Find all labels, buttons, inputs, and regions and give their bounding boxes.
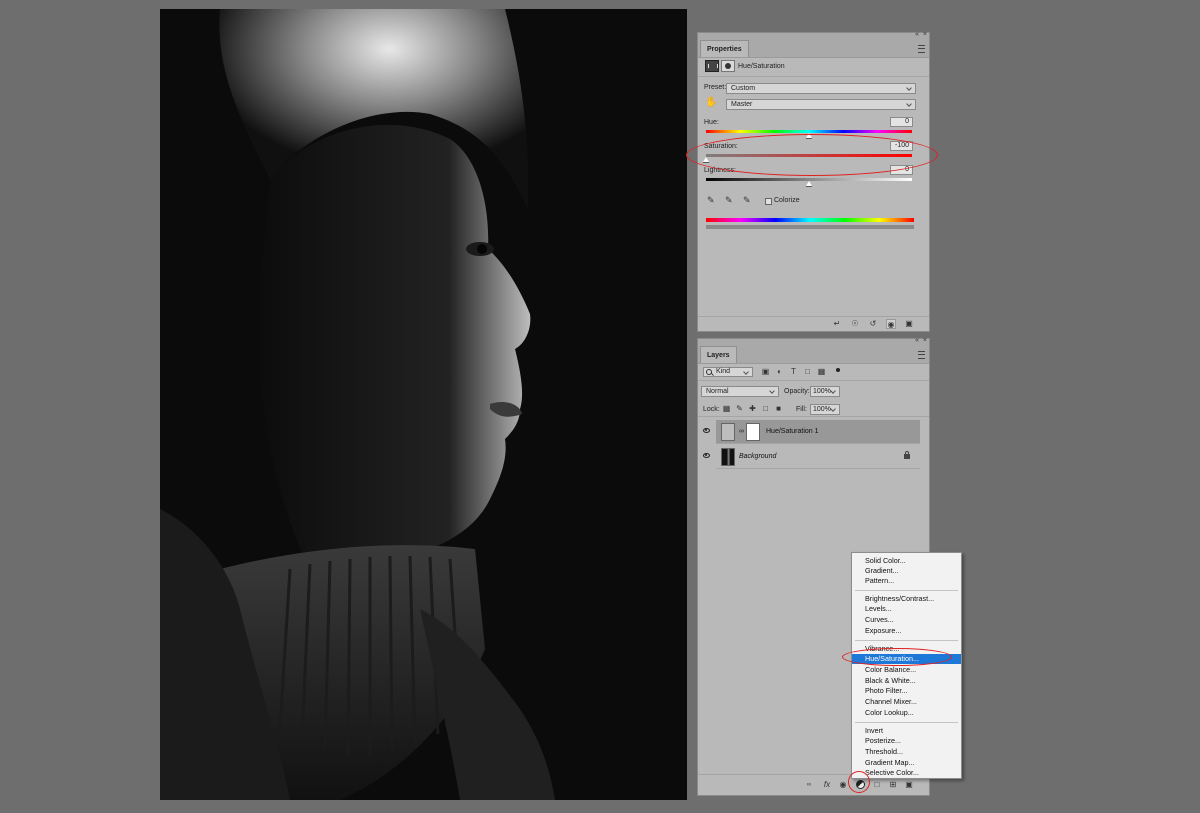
delete-icon[interactable]: ▣ [904, 319, 914, 329]
menu-item-levels[interactable]: Levels... [852, 604, 961, 614]
visibility-icon[interactable]: ◉ [886, 319, 896, 329]
layer-mask-icon[interactable] [721, 60, 735, 72]
collapse-icon[interactable]: « [915, 31, 919, 38]
view-previous-icon[interactable]: ☉ [850, 319, 860, 329]
new-layer-icon[interactable]: ⊞ [888, 780, 898, 790]
kind-filter-label: Kind [716, 368, 731, 375]
portrait-image [160, 9, 687, 800]
menu-item-posterize[interactable]: Posterize... [852, 736, 961, 746]
menu-separator [855, 722, 958, 723]
eyedropper-add-icon[interactable]: ✎ [725, 195, 735, 205]
menu-item-solid-color[interactable]: Solid Color... [852, 556, 961, 566]
menu-item-gradient-map[interactable]: Gradient Map... [852, 758, 961, 768]
properties-footer: ↵ ☉ ↺ ◉ ▣ [698, 316, 929, 331]
menu-item-invert[interactable]: Invert [852, 726, 961, 736]
panel-titlebar: « × [698, 31, 929, 40]
fx-icon[interactable]: fx [822, 780, 832, 790]
new-group-icon[interactable]: □ [872, 780, 882, 790]
menu-item-color-lookup[interactable]: Color Lookup... [852, 708, 961, 718]
layer-name: Background [739, 453, 777, 460]
layer-background[interactable]: Background [703, 445, 920, 469]
lock-image-icon[interactable]: ✎ [735, 404, 744, 413]
layer-hue-saturation[interactable]: ∞ Hue/Saturation 1 [703, 420, 920, 444]
pixel-filter-icon[interactable]: ▣ [761, 367, 770, 376]
menu-item-exposure[interactable]: Exposure... [852, 626, 961, 636]
menu-item-black-white[interactable]: Black & White... [852, 676, 961, 686]
opacity-field[interactable]: 100% [810, 386, 840, 397]
annotation-oval-menu-item [842, 648, 952, 666]
eye-icon[interactable] [703, 453, 710, 458]
lock-position-icon[interactable]: ✚ [748, 404, 757, 413]
link-layers-icon[interactable]: ∞ [804, 780, 814, 790]
eyedropper-icon[interactable]: ✎ [707, 195, 717, 205]
clip-to-layer-icon[interactable]: ↵ [832, 319, 842, 329]
lock-icon [904, 451, 910, 459]
eyedropper-subtract-icon[interactable]: ✎ [743, 195, 753, 205]
menu-item-pattern[interactable]: Pattern... [852, 576, 961, 586]
lock-artboard-icon[interactable]: □ [761, 404, 770, 413]
mask-thumbnail[interactable] [746, 423, 760, 441]
layer-name: Hue/Saturation 1 [766, 428, 819, 435]
adjusted-spectrum-bar [706, 225, 914, 229]
properties-panel: « × Properties Hue/Saturation Preset: Cu… [697, 31, 930, 332]
tab-properties[interactable]: Properties [700, 40, 749, 57]
adjustment-layer-thumbnail [721, 423, 735, 441]
panel-menu-icon[interactable] [918, 351, 925, 359]
menu-item-brightness-contrast[interactable]: Brightness/Contrast... [852, 594, 961, 604]
close-icon[interactable]: × [923, 337, 927, 344]
shape-filter-icon[interactable]: □ [803, 367, 812, 376]
menu-separator [855, 640, 958, 641]
delete-layer-icon[interactable]: ▣ [904, 780, 914, 790]
menu-item-channel-mixer[interactable]: Channel Mixer... [852, 697, 961, 707]
panel-menu-icon[interactable] [918, 45, 925, 53]
hue-saturation-icon[interactable] [705, 60, 719, 72]
hand-target-icon[interactable]: ✋ [705, 97, 717, 108]
filter-toggle-icon[interactable] [836, 368, 840, 372]
collapse-icon[interactable]: « [915, 337, 919, 344]
blend-mode-dropdown[interactable]: Normal [701, 386, 779, 397]
adjustment-title: Hue/Saturation [738, 63, 785, 70]
channel-dropdown[interactable]: Master [726, 99, 916, 110]
colorize-checkbox[interactable] [765, 198, 772, 205]
search-icon [706, 369, 712, 375]
menu-item-gradient[interactable]: Gradient... [852, 566, 961, 576]
menu-item-curves[interactable]: Curves... [852, 615, 961, 625]
type-filter-icon[interactable]: T [789, 367, 798, 376]
fill-field[interactable]: 100% [810, 404, 840, 415]
opacity-label: Opacity: [784, 388, 810, 395]
fill-label: Fill: [796, 406, 807, 413]
layer-kind-filter[interactable]: Kind [703, 367, 753, 377]
eye-icon[interactable] [703, 428, 710, 433]
add-mask-icon[interactable]: ◉ [838, 780, 848, 790]
lock-transparent-icon[interactable]: ▦ [722, 404, 731, 413]
adjustment-filter-icon[interactable]: ◐ [775, 367, 784, 376]
colorize-label: Colorize [774, 197, 800, 204]
menu-item-photo-filter[interactable]: Photo Filter... [852, 686, 961, 696]
menu-item-color-balance[interactable]: Color Balance... [852, 665, 961, 675]
reset-icon[interactable]: ↺ [868, 319, 878, 329]
panel-titlebar: « × [698, 337, 929, 346]
preset-dropdown[interactable]: Custom [726, 83, 916, 94]
annotation-oval-saturation [686, 134, 938, 176]
tab-layers[interactable]: Layers [700, 346, 737, 363]
annotation-oval-adjustment-button [848, 771, 870, 793]
hue-value-field[interactable]: 0 [890, 117, 913, 127]
lock-all-icon[interactable]: ■ [774, 404, 783, 413]
document-canvas[interactable] [160, 9, 687, 800]
close-icon[interactable]: × [923, 31, 927, 38]
menu-separator [855, 590, 958, 591]
link-icon[interactable]: ∞ [739, 428, 744, 435]
hue-label: Hue: [704, 119, 719, 126]
color-spectrum-bar [706, 218, 914, 222]
lightness-slider-thumb[interactable] [806, 181, 812, 187]
background-thumbnail [721, 448, 735, 466]
smart-object-filter-icon[interactable]: ▦ [817, 367, 826, 376]
preset-label: Preset: [704, 84, 727, 91]
lock-label: Lock: [703, 406, 720, 413]
menu-item-threshold[interactable]: Threshold... [852, 747, 961, 757]
